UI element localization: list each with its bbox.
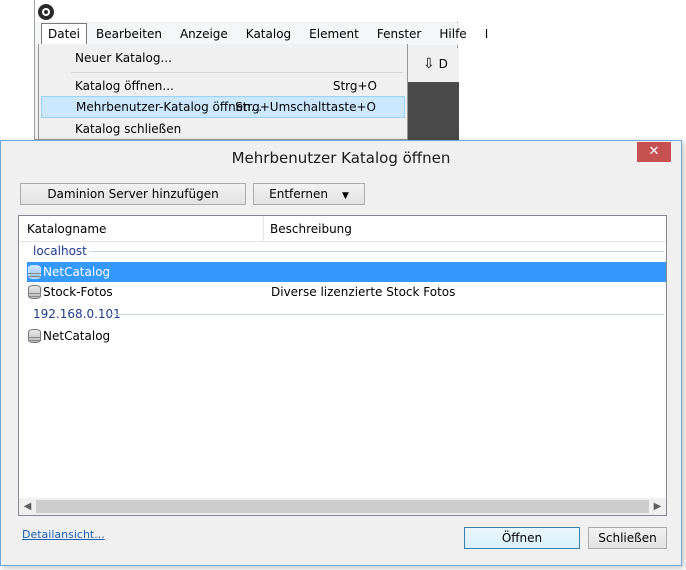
- menu-item-open-catalog[interactable]: Katalog öffnen... Strg+O: [41, 75, 405, 97]
- catalog-name: NetCatalog: [43, 265, 111, 279]
- menu-bearbeiten[interactable]: Bearbeiten: [87, 23, 171, 45]
- menu-item-label: Katalog öffnen...: [75, 79, 174, 93]
- menu-item-label: Katalog schließen: [75, 122, 182, 136]
- toolbar-download-label: D: [438, 57, 448, 71]
- app-dark-panel: [407, 82, 459, 140]
- details-view-link[interactable]: Detailansicht...: [22, 528, 105, 541]
- list-item[interactable]: NetCatalog: [27, 326, 666, 346]
- menu-item-label: Neuer Katalog...: [75, 51, 172, 65]
- group-divider: [109, 314, 664, 315]
- menu-item-shortcut: Strg+Umschalttaste+O: [235, 100, 376, 114]
- scrollbar-thumb[interactable]: [36, 500, 649, 513]
- daminion-logo-icon: [38, 4, 54, 20]
- horizontal-scrollbar[interactable]: ◀ ▶: [19, 498, 666, 515]
- chevron-down-icon: ▼: [341, 191, 349, 201]
- group-header-localhost[interactable]: localhost: [19, 241, 666, 261]
- menu-item-open-multiuser-catalog[interactable]: Mehrbenutzer-Katalog öffnen... Strg+Umsc…: [41, 96, 405, 118]
- catalog-name: NetCatalog: [43, 329, 111, 343]
- column-header-name[interactable]: Katalogname: [19, 216, 264, 242]
- list-header: Katalogname Beschreibung: [19, 216, 666, 242]
- group-divider: [89, 251, 664, 252]
- remove-button-label: Entfernen: [269, 187, 328, 201]
- open-button[interactable]: Öffnen: [464, 527, 580, 549]
- menu-fenster[interactable]: Fenster: [368, 23, 431, 45]
- menu-datei[interactable]: Datei: [41, 23, 88, 45]
- menu-separator: [71, 72, 403, 73]
- menu-anzeige[interactable]: Anzeige: [171, 23, 237, 45]
- catalog-name: Stock-Fotos: [43, 285, 113, 299]
- multiuser-catalog-dialog: Mehrbenutzer Katalog öffnen ✕ Daminion S…: [0, 140, 682, 566]
- database-icon: [28, 265, 41, 279]
- column-header-description[interactable]: Beschreibung: [264, 216, 666, 242]
- app-titlebar: [35, 0, 459, 22]
- catalog-list[interactable]: Katalogname Beschreibung localhost NetCa…: [18, 215, 667, 516]
- menubar: Datei Bearbeiten Anzeige Katalog Element…: [35, 23, 488, 45]
- list-item[interactable]: NetCatalog: [27, 262, 666, 282]
- menu-item-close-catalog[interactable]: Katalog schließen: [41, 118, 405, 140]
- menu-katalog[interactable]: Katalog: [237, 23, 300, 45]
- menu-item-new-catalog[interactable]: Neuer Katalog...: [41, 47, 405, 69]
- group-header-ip[interactable]: 192.168.0.101: [19, 304, 666, 324]
- remove-dropdown-button[interactable]: Entfernen ▼: [253, 183, 365, 205]
- toolbar-download-button[interactable]: ⇩ D: [423, 56, 448, 72]
- group-label: 192.168.0.101: [33, 307, 121, 321]
- database-icon: [28, 285, 41, 299]
- menu-partial[interactable]: I: [476, 23, 498, 45]
- scroll-left-icon[interactable]: ◀: [19, 498, 36, 515]
- file-menu-dropdown: Neuer Katalog... Katalog öffnen... Strg+…: [38, 44, 408, 140]
- list-item[interactable]: Stock-Fotos Diverse lizenzierte Stock Fo…: [27, 282, 666, 302]
- menu-hilfe[interactable]: Hilfe: [430, 23, 475, 45]
- menu-item-shortcut: Strg+O: [332, 79, 377, 93]
- add-server-button[interactable]: Daminion Server hinzufügen: [20, 183, 246, 205]
- dialog-title: Mehrbenutzer Katalog öffnen: [1, 141, 681, 173]
- close-button[interactable]: Schließen: [588, 527, 667, 549]
- scroll-right-icon[interactable]: ▶: [649, 498, 666, 515]
- catalog-description: Diverse lizenzierte Stock Fotos: [271, 285, 456, 299]
- download-arrow-icon: ⇩: [423, 56, 435, 72]
- group-label: localhost: [33, 244, 87, 258]
- close-icon[interactable]: ✕: [637, 142, 671, 162]
- database-icon: [28, 329, 41, 343]
- menu-element[interactable]: Element: [300, 23, 368, 45]
